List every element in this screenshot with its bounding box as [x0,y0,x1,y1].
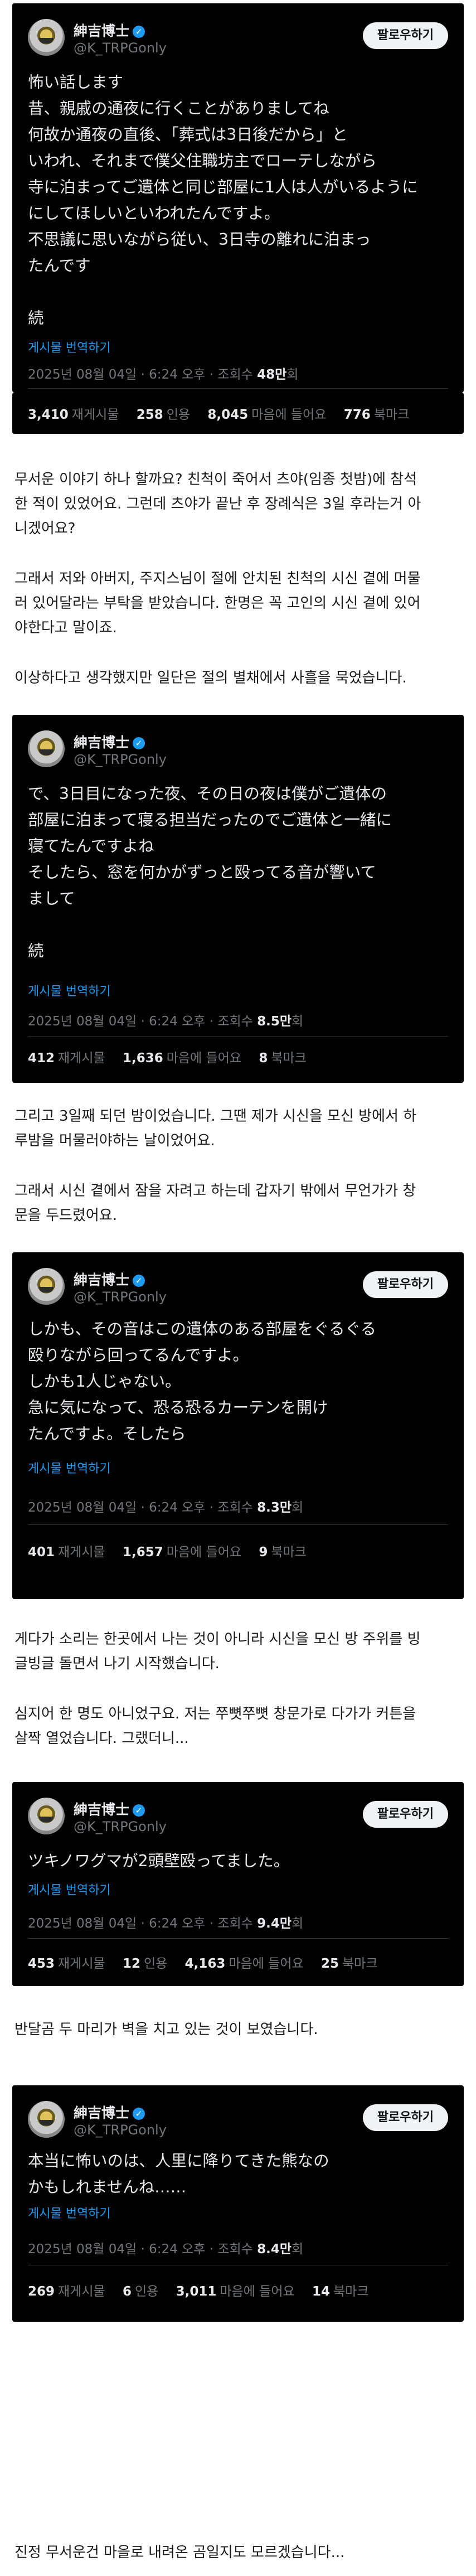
user-name[interactable]: 紳吉博士 ✓ [74,1269,145,1289]
avatar[interactable] [28,2101,65,2138]
like-count[interactable]: 3,011 마음에 들어요 [176,2284,295,2299]
follow-button[interactable]: 팔로우하기 [362,22,448,49]
verified-icon: ✓ [133,2108,145,2120]
quote-count[interactable]: 6 인용 [123,2284,158,2299]
avatar[interactable] [28,1268,65,1305]
bookmark-count[interactable]: 14 북마크 [312,2284,369,2299]
tweet-meta: 2025년 08월 04일 · 6:24 오후 · 조회수 48만회 [28,367,299,382]
user-handle[interactable]: @K_TRPGonly [74,40,167,56]
translation-paragraph: 무서운 이야기 하나 할까요? 친척이 죽어서 츠야(임종 첫밤)에 참석 한 … [14,471,421,537]
user-name[interactable]: 紳吉博士 ✓ [74,1799,145,1819]
tweet-card: 紳吉博士 ✓ @K_TRPGonly 팔로우하기 ツキノワグマが2頭壁殴ってました… [12,1782,464,1986]
tweet-meta: 2025년 08월 04일 · 6:24 오후 · 조회수 8.3만회 [28,1500,304,1515]
translation-paragraph: 심지어 한 명도 아니었구요. 저는 쭈뼛쭈뼛 창문가로 다가가 커튼을 살짝 … [14,1706,416,1747]
translation-paragraph: 이상하다고 생각했지만 일단은 절의 별채에서 사흘을 묵었습니다. [14,670,407,686]
verified-icon: ✓ [133,1804,145,1817]
verified-icon: ✓ [133,26,145,38]
bookmark-count[interactable]: 25 북마크 [321,1957,378,1971]
avatar[interactable] [28,1798,65,1834]
user-name[interactable]: 紳吉博士 ✓ [74,2102,145,2122]
tweet-text: 本当に怖いのは、人里に降りてきた熊なの かもしれませんね…… [28,2152,329,2196]
translate-link[interactable]: 게시물 번역하기 [28,1880,111,1898]
tweet-stats: 3,410 재게시물 258 인용 8,045 마음에 들어요 776 북마크 [28,404,422,423]
translation-paragraph: 그리고 3일째 되던 밤이었습니다. 그땐 제가 시신을 모신 방에서 하 루밤… [14,1108,417,1149]
translation-paragraph: 그래서 저와 아버지, 주지스님이 절에 안치된 친척의 시신 곁에 머물 러 … [14,570,421,636]
translation-paragraph: 게다가 소리는 한곳에서 나는 것이 아니라 시신을 모신 방 주위를 빙 글빙… [14,1631,421,1672]
tweet-card: 紳吉博士 ✓ @K_TRPGonly 팔로우하기 怖い話します 昔、親戚の通夜に行… [12,3,464,393]
translate-link[interactable]: 게시물 번역하기 [28,1459,111,1476]
user-handle[interactable]: @K_TRPGonly [74,1819,167,1834]
translate-link[interactable]: 게시물 번역하기 [28,338,111,356]
repost-count[interactable]: 401 재게시물 [28,1545,105,1560]
divider [28,1524,448,1525]
tweet-meta: 2025년 08월 04일 · 6:24 오후 · 조회수 9.4만회 [28,1916,304,1931]
like-count[interactable]: 4,163 마음에 들어요 [185,1957,304,1971]
repost-count[interactable]: 453 재게시물 [28,1957,105,1971]
tweet-meta: 2025년 08월 04일 · 6:24 오후 · 조회수 8.5만회 [28,1014,304,1029]
like-count[interactable]: 8,045 마음에 들어요 [207,408,326,422]
like-count[interactable]: 1,657 마음에 들어요 [123,1545,241,1560]
verified-icon: ✓ [133,737,145,749]
user-name[interactable]: 紳吉博士 ✓ [74,732,145,752]
tweet-stats: 453 재게시물 12 인용 4,163 마음에 들어요 25 북마크 [28,1953,391,1972]
translation-paragraph: 진정 무서운건 마을로 내려온 곰일지도 모르겠습니다... [14,2544,345,2561]
tweet-text: で、3日目になった夜、その日の夜は僕がご遺体の 部屋に泊まって寝る担当だったので… [28,785,392,960]
tweet-text: しかも、その音はこの遺体のある部屋をぐるぐる 殴りながら回ってるんですよ。 しか… [28,1320,377,1443]
translation-paragraph: 반달곰 두 마리가 벽을 치고 있는 것이 보였습니다. [14,2021,318,2038]
tweet-stats: 269 재게시물 6 인용 3,011 마음에 들어요 14 북마크 [28,2280,382,2299]
tweet-card: 紳吉博士 ✓ @K_TRPGonly 팔로우하기 本当に怖いのは、人里に降りてきた… [12,2085,464,2322]
repost-count[interactable]: 269 재게시물 [28,2284,105,2299]
tweet-card: 紳吉博士 ✓ @K_TRPGonly 팔로우하기 しかも、その音はこの遺体のある部… [12,1252,464,1599]
tweet-stats: 401 재게시물 1,657 마음에 들어요 9 북마크 [28,1541,320,1560]
user-name[interactable]: 紳吉博士 ✓ [74,20,145,40]
divider [28,388,448,389]
follow-button[interactable]: 팔로우하기 [362,1801,448,1828]
verified-icon: ✓ [133,1275,145,1287]
divider [28,1938,448,1939]
tweet-text: 怖い話します 昔、親戚の通夜に行くことがありましてね 何故か通夜の直後、「葬式は… [28,73,418,327]
repost-count[interactable]: 412 재게시물 [28,1051,105,1066]
follow-button[interactable]: 팔로우하기 [362,2104,448,2131]
user-handle[interactable]: @K_TRPGonly [74,752,167,767]
avatar[interactable] [28,19,65,56]
divider [28,1036,448,1037]
like-count[interactable]: 1,636 마음에 들어요 [123,1051,241,1066]
tweet-meta: 2025년 08월 04일 · 6:24 오후 · 조회수 8.4만회 [28,2242,304,2257]
translate-link[interactable]: 게시물 번역하기 [28,981,111,999]
translation-paragraph: 그래서 시신 곁에서 잠을 자려고 하는데 갑자기 밖에서 무언가가 창 문을 … [14,1183,416,1224]
bookmark-count[interactable]: 9 북마크 [259,1545,307,1560]
bookmark-count[interactable]: 776 북마크 [344,408,410,422]
tweet-card: 紳吉博士 ✓ @K_TRPGonly で、3日目になった夜、その日の夜は僕がご遺体… [12,715,464,1083]
bookmark-count[interactable]: 8 북마크 [259,1051,307,1066]
quote-count[interactable]: 12 인용 [123,1957,167,1971]
tweet-stats: 412 재게시물 1,636 마음에 들어요 8 북마크 [28,1047,320,1066]
translate-link[interactable]: 게시물 번역하기 [28,2204,111,2221]
tweet-text: ツキノワグマが2頭壁殴ってました。 [28,1852,290,1870]
user-handle[interactable]: @K_TRPGonly [74,2122,167,2138]
user-handle[interactable]: @K_TRPGonly [74,1289,167,1305]
repost-count[interactable]: 3,410 재게시물 [28,408,119,422]
follow-button[interactable]: 팔로우하기 [362,1271,448,1298]
quote-count[interactable]: 258 인용 [137,408,190,422]
avatar[interactable] [28,730,65,767]
tweet-stats-bar: 3,410 재게시물 258 인용 8,045 마음에 들어요 776 북마크 [12,393,464,434]
